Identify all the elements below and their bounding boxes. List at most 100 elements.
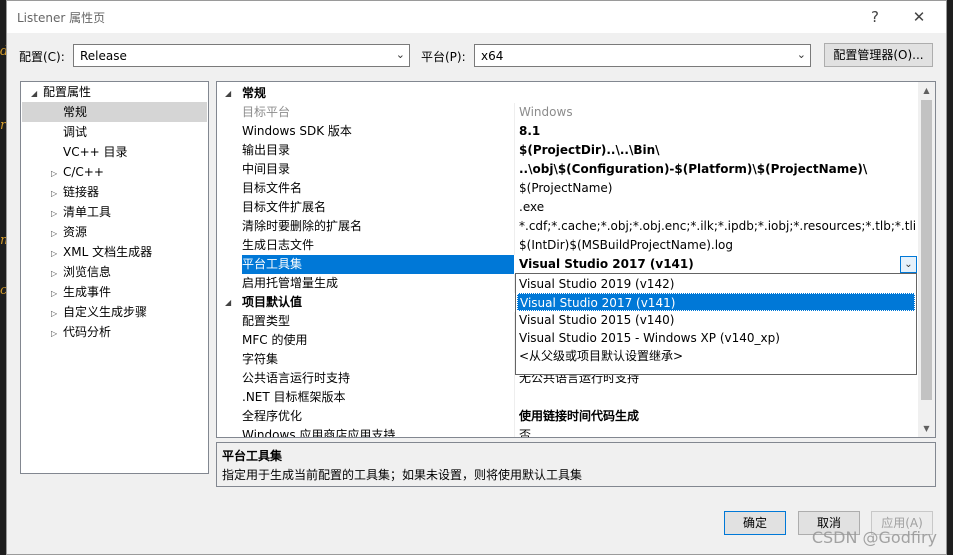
tree-item-build-events[interactable]: ▷ 生成事件 <box>51 282 111 302</box>
dropdown-option[interactable]: <从父级或项目默认设置继承> <box>517 347 915 365</box>
property-name: 输出目录 <box>242 143 291 157</box>
property-value: 否 <box>519 428 532 438</box>
platform-select[interactable]: x64 ⌄ <box>474 44 811 67</box>
property-row[interactable]: 目标文件名 $(ProjectName) <box>217 179 917 198</box>
property-value: $(IntDir)$(MSBuildProjectName).log <box>519 238 734 252</box>
expand-triangle-icon: ▷ <box>51 229 58 238</box>
property-name: 清除时要删除的扩展名 <box>242 219 363 233</box>
property-name: 中间目录 <box>242 162 291 176</box>
expand-triangle-icon: ▷ <box>51 309 58 318</box>
property-value: Windows <box>519 105 573 119</box>
collapse-triangle-icon: ◢ <box>225 89 232 98</box>
settings-tree: ◢ 配置属性 常规 调试 VC++ 目录 ▷ C/C++ ▷ 链接器 ▷ 清单工具 ▷ 资… <box>20 81 209 474</box>
dropdown-option[interactable]: Visual Studio 2015 - Windows XP (v140_xp… <box>517 329 915 347</box>
category-label: 常规 <box>242 86 267 100</box>
property-name: 公共语言运行时支持 <box>242 371 351 385</box>
category-label: 项目默认值 <box>242 295 303 309</box>
expand-triangle-icon: ▷ <box>51 189 58 198</box>
tree-item-label: 调试 <box>63 125 88 139</box>
dropdown-option[interactable]: Visual Studio 2015 (v140) <box>517 311 915 329</box>
tree-item-label: 浏览信息 <box>63 265 112 279</box>
tree-item-manifest-tool[interactable]: ▷ 清单工具 <box>51 202 111 222</box>
scroll-down-arrow-icon[interactable]: ▼ <box>918 420 935 437</box>
dropdown-option[interactable]: Visual Studio 2019 (v142) <box>517 275 915 293</box>
property-name: Windows SDK 版本 <box>242 124 352 138</box>
description-title: 平台工具集 <box>222 449 283 463</box>
tree-root[interactable]: ◢ 配置属性 <box>31 82 91 102</box>
property-name: 配置类型 <box>242 314 291 328</box>
property-name: 目标平台 <box>242 105 291 119</box>
description-panel: 平台工具集 指定用于生成当前配置的工具集；如果未设置，则将使用默认工具集 <box>216 442 936 487</box>
property-name: 字符集 <box>242 352 279 366</box>
property-value: ..\obj\$(Configuration)-$(Platform)\$(Pr… <box>519 162 868 176</box>
tree-item-label: 生成事件 <box>63 285 112 299</box>
tree-item-label: 代码分析 <box>63 325 112 339</box>
property-row[interactable]: Windows SDK 版本 8.1 <box>217 122 917 141</box>
property-value: $(ProjectName) <box>519 181 613 195</box>
chevron-down-icon[interactable]: ⌄ <box>900 256 917 273</box>
title-bar: Listener 属性页 ? ✕ <box>7 1 946 33</box>
property-value: *.cdf;*.cache;*.obj;*.obj.enc;*.ilk;*.ip… <box>519 219 917 233</box>
property-grid: ◢ 常规 目标平台 Windows Windows SDK 版本 8.1 输出目录 $… <box>216 81 936 438</box>
tree-item-label: 链接器 <box>63 185 100 199</box>
scroll-up-arrow-icon[interactable]: ▲ <box>918 82 935 99</box>
tree-root-label: 配置属性 <box>43 85 92 99</box>
property-value: 使用链接时间代码生成 <box>519 409 640 423</box>
tree-item-label: 资源 <box>63 225 88 239</box>
expand-triangle-icon: ▷ <box>51 249 58 258</box>
scrollbar-thumb[interactable] <box>921 100 932 400</box>
property-row[interactable]: 目标文件扩展名 .exe <box>217 198 917 217</box>
expand-triangle-icon: ▷ <box>51 289 58 298</box>
vertical-scrollbar[interactable]: ▲ ▼ <box>918 82 935 437</box>
property-row[interactable]: .NET 目标框架版本 <box>217 388 917 407</box>
tree-item-vc-directories[interactable]: VC++ 目录 <box>63 142 128 162</box>
expand-triangle-icon: ▷ <box>51 329 58 338</box>
tree-item-cpp[interactable]: ▷ C/C++ <box>51 162 104 182</box>
property-row-platform-toolset[interactable]: 平台工具集 Visual Studio 2017 (v141) ⌄ <box>217 255 917 274</box>
tree-item-label: VC++ 目录 <box>63 145 128 159</box>
tree-item-browse-info[interactable]: ▷ 浏览信息 <box>51 262 111 282</box>
expand-triangle-icon: ▷ <box>51 269 58 278</box>
tree-item-custom-build-step[interactable]: ▷ 自定义生成步骤 <box>51 302 147 322</box>
property-name: Windows 应用商店应用支持 <box>242 428 396 438</box>
property-row[interactable]: 清除时要删除的扩展名 *.cdf;*.cache;*.obj;*.obj.enc;… <box>217 217 917 236</box>
tree-item-label: XML 文档生成器 <box>63 245 153 259</box>
property-name: 启用托管增量生成 <box>242 276 339 290</box>
tree-item-label: 常规 <box>63 105 88 119</box>
chevron-down-icon: ⌄ <box>796 48 806 61</box>
tree-item-resources[interactable]: ▷ 资源 <box>51 222 87 242</box>
property-row[interactable]: 生成日志文件 $(IntDir)$(MSBuildProjectName).log <box>217 236 917 255</box>
configuration-label: 配置(C): <box>19 50 65 64</box>
category-general[interactable]: ◢ 常规 <box>217 84 917 103</box>
configuration-select[interactable]: Release ⌄ <box>73 44 410 67</box>
tree-item-xml-doc-generator[interactable]: ▷ XML 文档生成器 <box>51 242 152 262</box>
tree-item-linker[interactable]: ▷ 链接器 <box>51 182 99 202</box>
property-name: 目标文件名 <box>242 181 303 195</box>
configuration-manager-button[interactable]: 配置管理器(O)... <box>824 43 933 67</box>
property-name: .NET 目标框架版本 <box>242 390 346 404</box>
configuration-value: Release <box>80 49 127 63</box>
property-name: 全程序优化 <box>242 409 303 423</box>
property-name: MFC 的使用 <box>242 333 308 347</box>
platform-label: 平台(P): <box>421 50 466 64</box>
platform-value: x64 <box>481 49 504 63</box>
property-name: 目标文件扩展名 <box>242 200 327 214</box>
tree-item-label: 清单工具 <box>63 205 112 219</box>
property-row[interactable]: 目标平台 Windows <box>217 103 917 122</box>
property-row[interactable]: Windows 应用商店应用支持 否 <box>217 426 917 438</box>
tree-item-label: C/C++ <box>63 165 104 179</box>
collapse-triangle-icon: ◢ <box>225 298 232 307</box>
tree-item-code-analysis[interactable]: ▷ 代码分析 <box>51 322 111 342</box>
close-button[interactable]: ✕ <box>904 5 934 29</box>
tree-item-general[interactable]: 常规 <box>22 102 207 122</box>
tree-item-debugging[interactable]: 调试 <box>63 122 87 142</box>
dropdown-option-selected[interactable]: Visual Studio 2017 (v141) <box>517 293 915 311</box>
tree-item-label: 自定义生成步骤 <box>63 305 148 319</box>
ok-button[interactable]: 确定 <box>724 511 786 535</box>
property-row[interactable]: 全程序优化 使用链接时间代码生成 <box>217 407 917 426</box>
property-row[interactable]: 中间目录 ..\obj\$(Configuration)-$(Platform)\… <box>217 160 917 179</box>
watermark: CSDN @Godfiry <box>811 528 937 547</box>
property-value: .exe <box>519 200 545 214</box>
help-button[interactable]: ? <box>860 5 890 29</box>
property-row[interactable]: 输出目录 $(ProjectDir)..\..\Bin\ <box>217 141 917 160</box>
